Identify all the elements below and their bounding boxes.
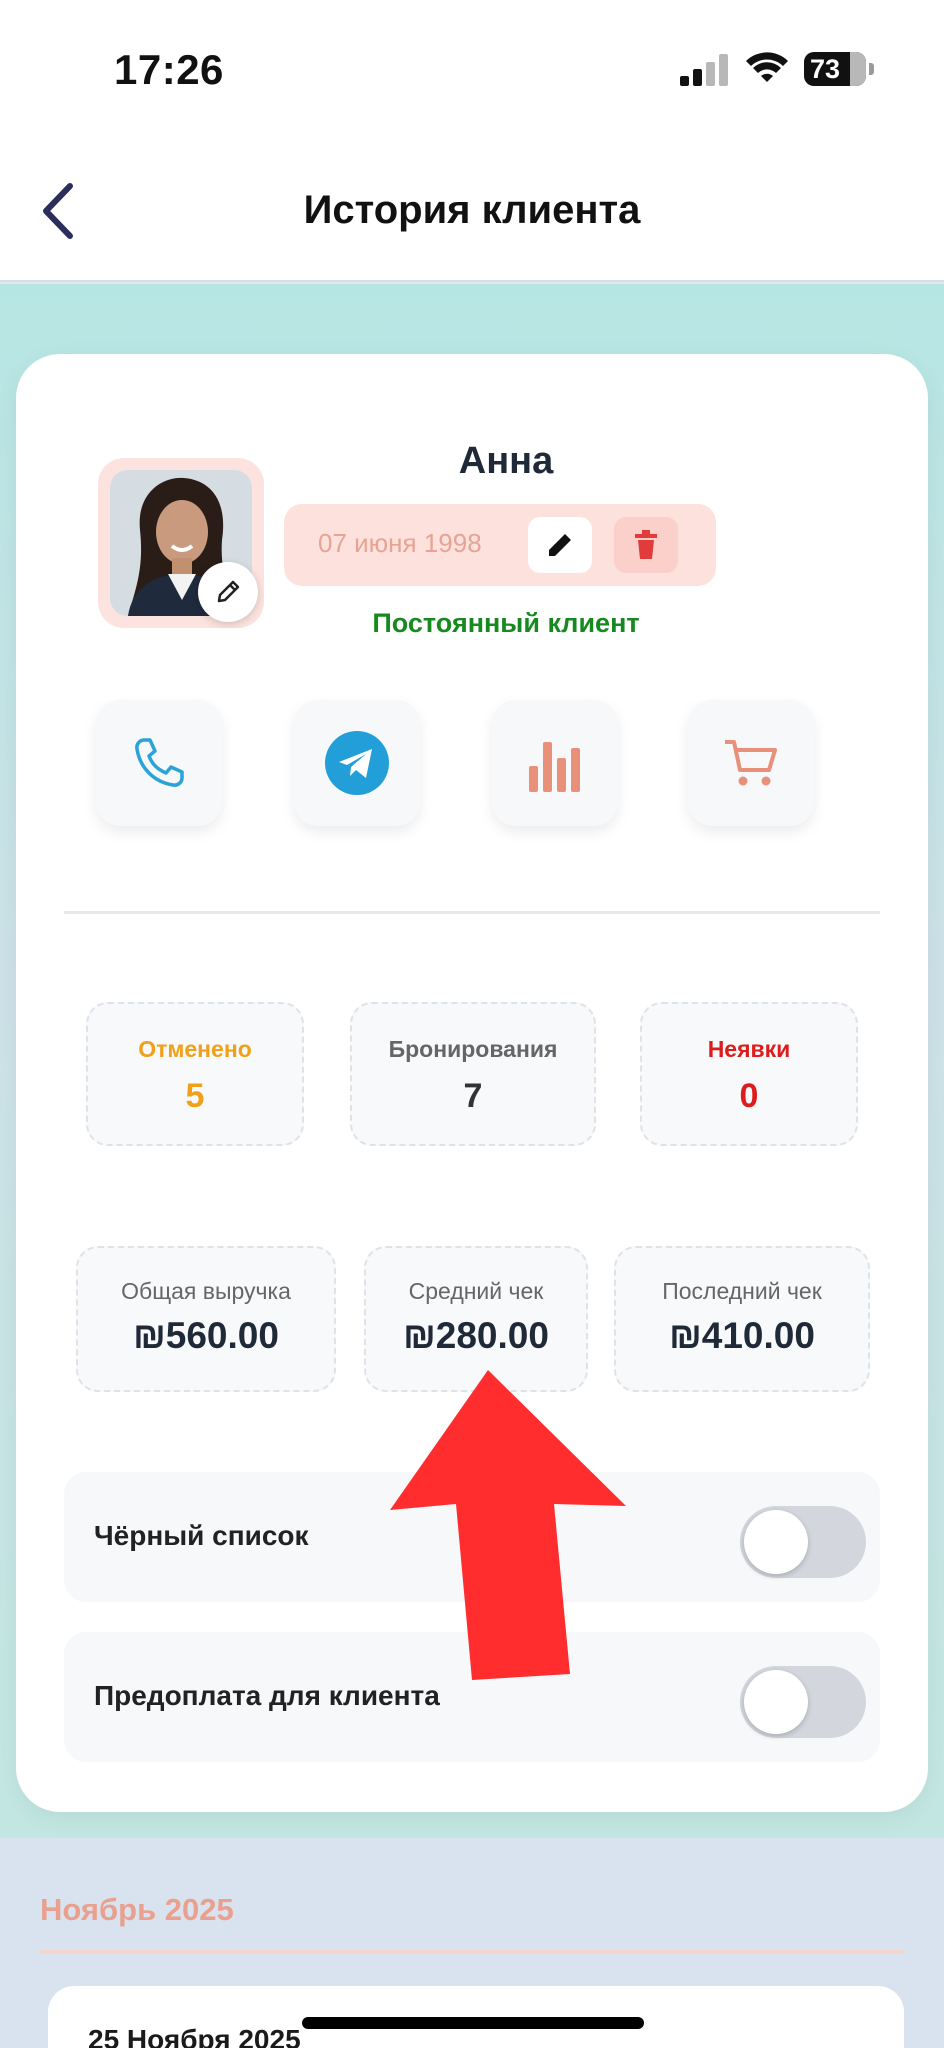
money-value: ₪280.00 (403, 1315, 549, 1356)
telegram-button[interactable] (294, 700, 420, 826)
stat-value: 0 (739, 1077, 759, 1115)
money-value: ₪560.00 (133, 1315, 279, 1356)
total-revenue-stat: Общая выручка ₪560.00 (76, 1246, 336, 1392)
telegram-icon (325, 731, 389, 795)
month-title: Ноябрь 2025 (40, 1892, 234, 1927)
bar-chart-icon (529, 742, 580, 792)
divider (64, 911, 880, 914)
toggle-knob (744, 1510, 808, 1574)
prepayment-label: Предоплата для клиента (94, 1680, 440, 1711)
stat-label: Неявки (707, 1036, 791, 1062)
money-label: Средний чек (408, 1278, 544, 1304)
last-check-stat: Последний чек ₪410.00 (614, 1246, 870, 1392)
birth-date-pill: 07 июня 1998 (284, 504, 716, 586)
blacklist-label: Чёрный список (94, 1520, 309, 1551)
call-button[interactable] (96, 700, 222, 826)
home-indicator (302, 2017, 644, 2029)
prepayment-toggle[interactable] (740, 1666, 866, 1738)
trash-icon (635, 530, 657, 559)
shopping-cart-icon (725, 740, 777, 786)
money-label: Последний чек (662, 1278, 822, 1304)
client-name: Анна (458, 440, 554, 482)
stat-label: Бронирования (388, 1036, 558, 1062)
toggle-knob (744, 1670, 808, 1734)
cart-button[interactable] (688, 700, 814, 826)
stat-value: 5 (185, 1077, 205, 1115)
battery-icon: 73 (804, 52, 874, 86)
app-header: История клиента (0, 140, 944, 282)
blacklist-toggle[interactable] (740, 1506, 866, 1578)
pencil-icon (549, 534, 571, 556)
status-time: 17:26 (114, 46, 224, 93)
birth-date: 07 июня 1998 (318, 528, 482, 558)
annotation-arrow-icon (390, 1370, 626, 1680)
client-status: Постоянный клиент (372, 608, 640, 638)
no-shows-stat: Неявки 0 (640, 1002, 858, 1146)
phone-icon (135, 738, 184, 787)
status-bar: 17:26 73 (0, 0, 944, 140)
battery-level: 73 (810, 54, 841, 84)
money-value: ₪410.00 (669, 1315, 815, 1356)
stat-label: Отменено (138, 1036, 252, 1062)
signal-icon (680, 54, 728, 86)
statistics-button[interactable] (492, 700, 618, 826)
day-title: 25 Ноября 2025 (88, 2024, 301, 2048)
bookings-stat: Бронирования 7 (350, 1002, 596, 1146)
wifi-icon (746, 52, 788, 82)
delete-birth-date-button[interactable] (614, 517, 678, 573)
money-label: Общая выручка (121, 1278, 291, 1304)
cancelled-stat: Отменено 5 (86, 1002, 304, 1146)
pencil-icon (217, 580, 240, 603)
page-title: История клиента (303, 188, 641, 232)
edit-birth-date-button[interactable] (528, 517, 592, 573)
stat-value: 7 (463, 1077, 483, 1115)
edit-photo-button[interactable] (198, 562, 258, 622)
month-divider (40, 1950, 904, 1954)
